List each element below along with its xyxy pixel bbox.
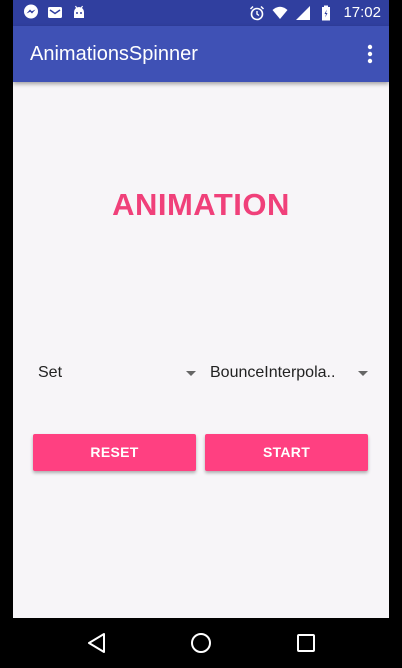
home-icon[interactable] bbox=[189, 631, 213, 655]
dropdown-arrow-icon bbox=[186, 371, 196, 376]
app-bar: AnimationsSpinner bbox=[13, 26, 389, 82]
animation-heading: ANIMATION bbox=[112, 187, 290, 222]
main-content: ANIMATION Set BounceInterpola.. RESET ST… bbox=[13, 82, 389, 618]
mail-icon bbox=[47, 4, 63, 20]
dropdown-arrow-icon bbox=[358, 371, 368, 376]
wifi-icon bbox=[272, 5, 288, 21]
status-time: 17:02 bbox=[343, 4, 381, 21]
status-bar: 17:02 bbox=[13, 0, 389, 26]
android-icon bbox=[71, 4, 87, 20]
notification-icons bbox=[23, 4, 87, 20]
app-title: AnimationsSpinner bbox=[30, 43, 198, 65]
interpolator-value: BounceInterpola.. bbox=[210, 364, 336, 381]
signal-icon bbox=[295, 5, 311, 21]
messenger-icon bbox=[23, 4, 39, 20]
animation-type-spinner[interactable]: Set bbox=[38, 362, 196, 386]
device-frame: 17:02 AnimationsSpinner ANIMATION Set Bo… bbox=[0, 0, 402, 668]
interpolator-spinner[interactable]: BounceInterpola.. bbox=[210, 362, 368, 386]
recents-icon[interactable] bbox=[294, 631, 318, 655]
battery-icon bbox=[318, 5, 334, 21]
alarm-icon bbox=[249, 5, 265, 21]
overflow-menu-icon[interactable] bbox=[365, 43, 375, 65]
start-button[interactable]: START bbox=[205, 434, 368, 471]
reset-button[interactable]: RESET bbox=[33, 434, 196, 471]
back-icon[interactable] bbox=[86, 631, 110, 655]
navigation-bar bbox=[13, 618, 389, 668]
animation-type-value: Set bbox=[38, 364, 63, 381]
system-icons: 17:02 bbox=[249, 3, 381, 23]
